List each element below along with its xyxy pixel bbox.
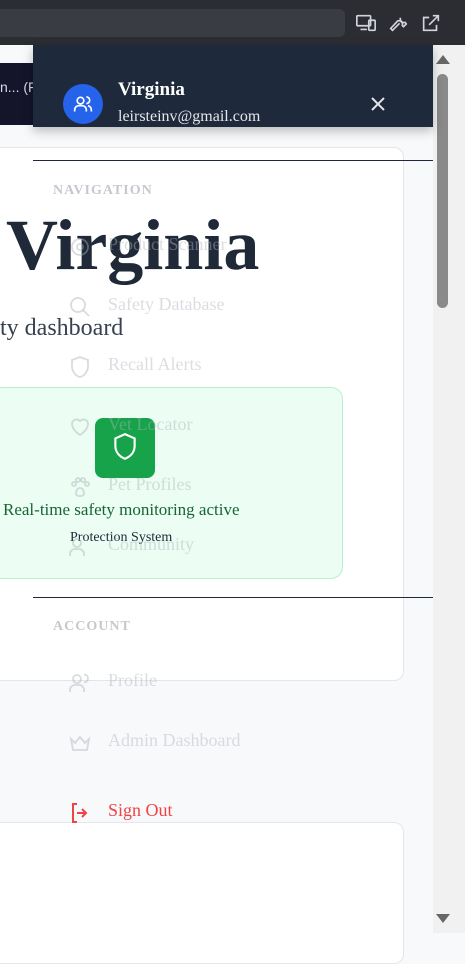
nav-label: Admin Dashboard — [108, 730, 241, 750]
scroll-thumb[interactable] — [437, 74, 448, 308]
external-link-icon[interactable] — [420, 12, 442, 34]
status-text: Real-time safety monitoring active — [3, 500, 240, 519]
nav-label: Safety Database — [108, 294, 225, 314]
nav-item-pet-profiles[interactable]: Pet Profiles — [68, 472, 368, 502]
nav-item-vet-locator[interactable]: Vet Locator — [68, 412, 368, 442]
shield-icon — [68, 355, 92, 379]
heart-icon — [68, 415, 92, 439]
user-email: leirsteinv@gmail.com — [118, 108, 261, 125]
wrench-icon[interactable] — [387, 12, 409, 34]
sign-out-button[interactable]: Sign Out — [68, 798, 368, 828]
divider — [33, 597, 433, 598]
tab-fragment[interactable]: n... (F — [0, 63, 33, 125]
close-button[interactable] — [368, 94, 388, 114]
search-icon — [68, 295, 92, 319]
close-icon — [371, 97, 385, 111]
nav-item-safety-database[interactable]: Safety Database — [68, 292, 368, 322]
users-icon — [68, 535, 92, 559]
details-card — [0, 822, 404, 964]
nav-label: Vet Locator — [108, 414, 193, 434]
devices-icon[interactable] — [355, 12, 377, 34]
nav-label: Pet Profiles — [108, 474, 192, 494]
account-label: ACCOUNT — [53, 619, 131, 634]
users-icon — [73, 96, 93, 112]
scroll-down-arrow[interactable] — [436, 914, 450, 923]
nav-label: Sign Out — [108, 800, 173, 820]
scroll-up-arrow[interactable] — [436, 55, 450, 64]
nav-item-profile[interactable]: Profile — [68, 668, 368, 698]
nav-label: Community — [108, 534, 195, 554]
nav-label: Product Scanner — [108, 234, 227, 254]
nav-label: Recall Alerts — [108, 354, 202, 374]
nav-label: Profile — [108, 670, 157, 690]
nav-item-recall-alerts[interactable]: Recall Alerts — [68, 352, 368, 382]
avatar — [63, 84, 103, 124]
nav-item-product-scanner[interactable]: Product Scanner — [68, 232, 368, 262]
navigation-label: NAVIGATION — [53, 183, 153, 198]
divider — [33, 160, 433, 161]
nav-item-admin-dashboard[interactable]: Admin Dashboard — [68, 728, 368, 758]
address-bar[interactable] — [0, 9, 345, 37]
user-name: Virginia — [118, 79, 185, 100]
nav-item-community[interactable]: Community — [68, 532, 368, 562]
logout-icon — [68, 801, 92, 825]
users-icon — [68, 671, 92, 695]
paw-icon — [68, 475, 92, 499]
crown-icon — [68, 731, 92, 755]
scan-icon — [68, 235, 92, 259]
